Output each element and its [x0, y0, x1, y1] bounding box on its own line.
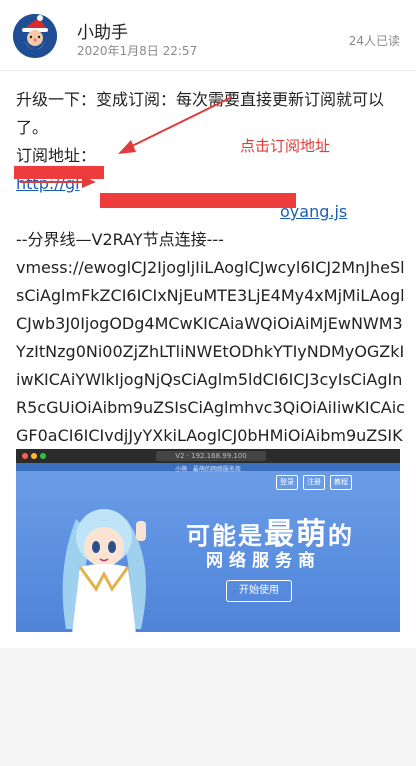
redaction-bar	[14, 166, 104, 179]
site-register-button: 注册	[303, 475, 325, 490]
close-dot-icon	[22, 453, 28, 459]
anime-mascot-icon	[62, 509, 146, 632]
separator-text: --分界线—V2RAY节点连接---	[16, 230, 224, 249]
redaction-bar	[100, 193, 296, 208]
browser-url: V2 · 192.168.99.100	[156, 451, 266, 461]
zoom-dot-icon	[40, 453, 46, 459]
site-tutorial-button: 教程	[330, 475, 352, 490]
vmess-text: vmess://ewoglCJ2IjogljIiLAoglCJwcyl6ICJ2…	[16, 258, 405, 473]
minimize-dot-icon	[31, 453, 37, 459]
message-body: 升级一下：变成订阅：每次需要直接更新订阅就可以了。 订阅地址： http://g…	[16, 86, 406, 478]
site-subtitle: 小萌 · 最萌的网络服务商	[175, 466, 241, 473]
santa-avatar-icon	[13, 14, 57, 58]
site-start-button: 开始使用	[226, 580, 292, 602]
headline-part-c: 的	[328, 522, 354, 550]
message-header: 小助手 2020年1月8日 22:57 24人已读	[0, 0, 416, 70]
avatar[interactable]	[13, 14, 57, 58]
embedded-screenshot[interactable]: V2 · 192.168.99.100 小萌 · 最萌的网络服务商 登录 注册 …	[16, 449, 400, 632]
read-count[interactable]: 24人已读	[349, 32, 400, 49]
upgrade-text: 升级一下：变成订阅：每次需要直接更新订阅就可以了。	[16, 90, 385, 137]
site-login-button: 登录	[276, 475, 298, 490]
author-name[interactable]: 小助手	[77, 18, 128, 43]
post-time: 2020年1月8日 22:57	[77, 44, 198, 58]
annotation-text: 点击订阅地址	[240, 137, 331, 155]
banner-subheadline: 网络服务商	[206, 551, 321, 571]
message-card: 小助手 2020年1月8日 22:57 24人已读 升级一下：变成订阅：每次需要…	[0, 0, 416, 648]
header-divider	[0, 70, 416, 71]
browser-titlebar: V2 · 192.168.99.100	[16, 449, 400, 463]
